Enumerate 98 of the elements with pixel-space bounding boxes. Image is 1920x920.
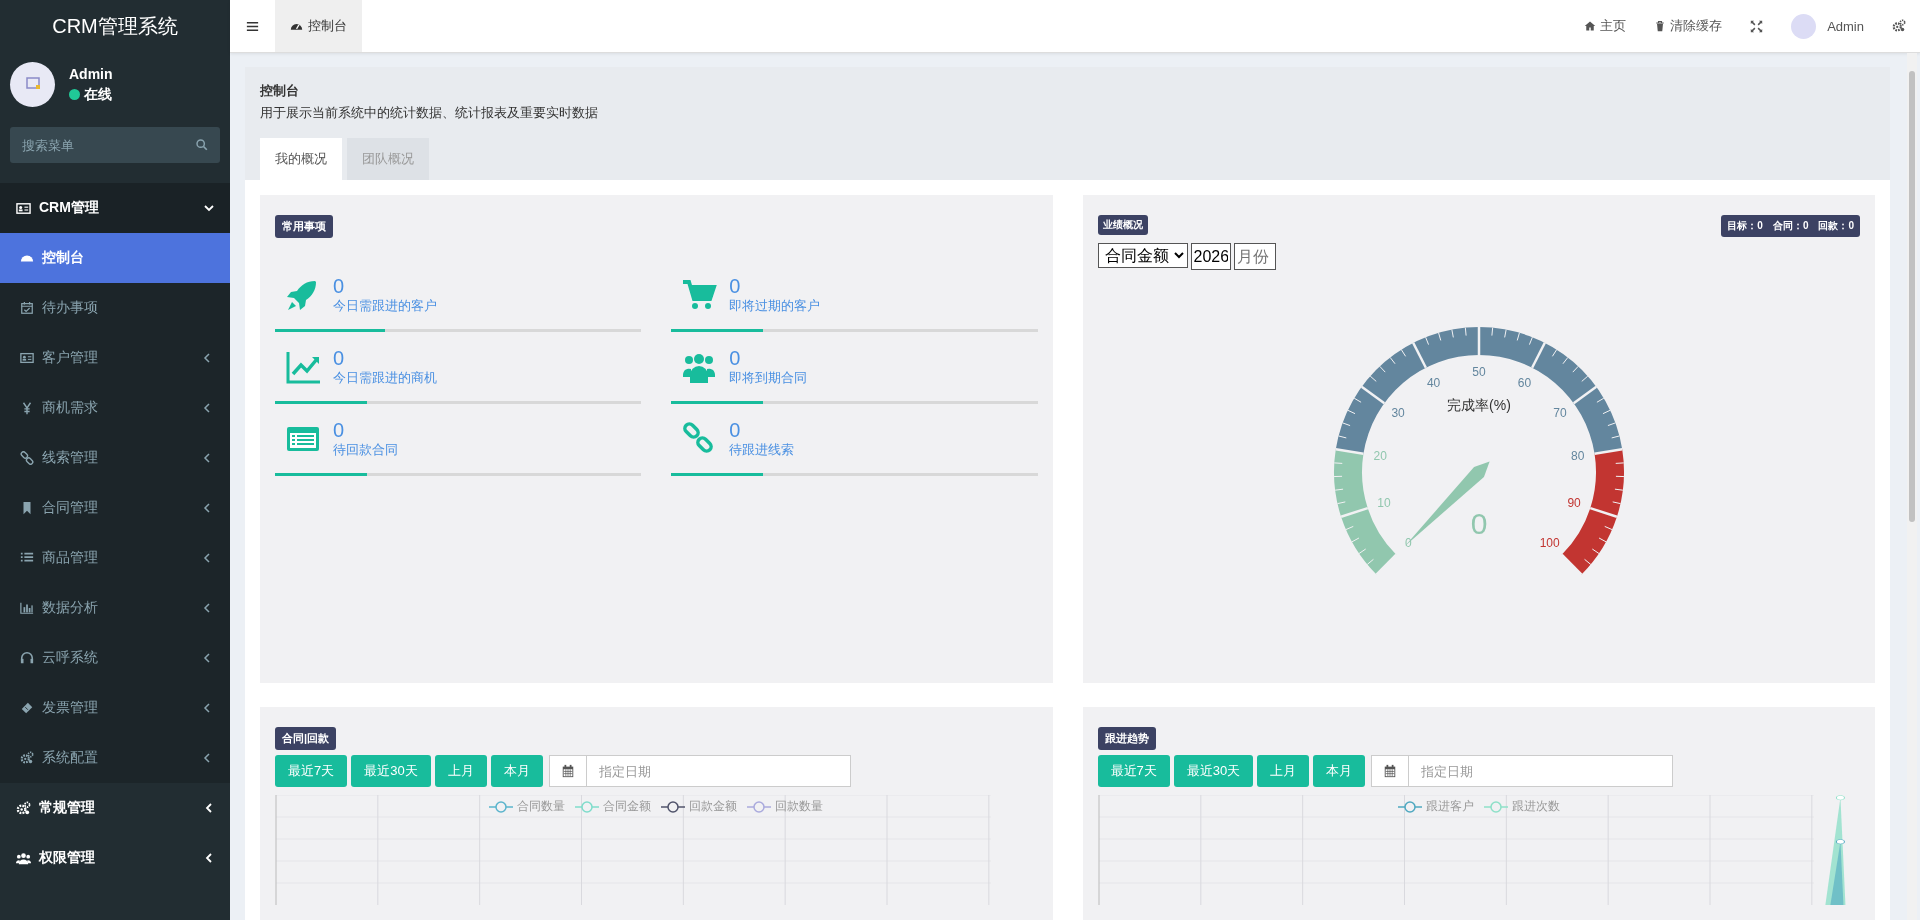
headset-icon bbox=[20, 651, 34, 665]
gauge-tick-label: 100 bbox=[1539, 535, 1560, 550]
menu-group[interactable]: 常规管理 bbox=[0, 783, 230, 833]
sidebar-item[interactable]: 商品管理 bbox=[0, 533, 230, 583]
gauge-tick-label: 70 bbox=[1552, 406, 1567, 421]
legend-label[interactable]: 回款数量 bbox=[775, 798, 824, 815]
sidebar-item[interactable]: 合同管理 bbox=[0, 483, 230, 533]
gauge-tick-label: 30 bbox=[1391, 406, 1405, 421]
calendar-icon bbox=[560, 764, 575, 778]
user-status: 在线 bbox=[84, 85, 112, 104]
chevron-left-icon bbox=[204, 803, 214, 813]
sidebar-item[interactable]: 系统配置 bbox=[0, 733, 230, 783]
section-label: 跟进趋势 bbox=[1097, 727, 1156, 750]
gauge-tick-label: 0 bbox=[1404, 535, 1412, 550]
stat-value: 0 bbox=[729, 346, 742, 369]
yen-icon bbox=[20, 401, 34, 415]
page-tab[interactable]: 控制台 bbox=[275, 0, 362, 52]
sidebar-item[interactable]: 商机需求 bbox=[0, 383, 230, 433]
sidebar-item[interactable]: 云呼系统 bbox=[0, 633, 230, 683]
sidebar-item[interactable]: 客户管理 bbox=[0, 333, 230, 383]
home-icon bbox=[1583, 20, 1596, 32]
chevron-left-icon bbox=[204, 853, 214, 863]
legend-label[interactable]: 跟进次数 bbox=[1511, 798, 1560, 815]
menu-group[interactable]: 权限管理 bbox=[0, 833, 230, 883]
calendar-check-icon bbox=[20, 301, 34, 315]
overview-tab[interactable]: 团队概况 bbox=[347, 138, 429, 180]
user-menu[interactable]: Admin bbox=[1776, 0, 1878, 52]
header-link[interactable]: 主页 bbox=[1569, 0, 1640, 52]
legend-label[interactable]: 合同数量 bbox=[517, 798, 566, 815]
gauge-tick-label: 40 bbox=[1426, 375, 1441, 390]
overview-tab[interactable]: 我的概况 bbox=[260, 138, 342, 180]
menu-group[interactable]: CRM管理 bbox=[0, 183, 230, 233]
gauge-tick-label: 80 bbox=[1570, 449, 1585, 464]
gauge-title: 完成率(%) bbox=[1446, 397, 1511, 413]
trash-icon bbox=[1653, 20, 1666, 32]
gauge-tick-label: 60 bbox=[1517, 375, 1531, 390]
sidebar-item[interactable]: 待办事项 bbox=[0, 283, 230, 333]
calendar-icon bbox=[1383, 764, 1398, 778]
gauge-tick-label: 20 bbox=[1373, 449, 1387, 464]
metric-select[interactable]: 合同金额 bbox=[1097, 243, 1188, 268]
date-range-button[interactable]: 最近7天 bbox=[275, 755, 348, 787]
legend-label[interactable]: 合同金额 bbox=[603, 798, 652, 815]
search-icon bbox=[195, 138, 208, 151]
page-description: 用于展示当前系统中的统计数据、统计报表及重要实时数据 bbox=[260, 104, 599, 122]
stat-label[interactable]: 即将到期合同 bbox=[729, 368, 808, 387]
ticket-icon bbox=[20, 701, 34, 715]
id-card-icon bbox=[16, 200, 31, 216]
user-avatar bbox=[10, 62, 55, 107]
legend-label[interactable]: 回款金额 bbox=[689, 798, 738, 815]
chevron-down-icon bbox=[204, 203, 214, 213]
scrollbar[interactable] bbox=[1907, 53, 1917, 920]
section-label: 常用事项 bbox=[275, 215, 333, 238]
bar-chart-icon bbox=[20, 601, 34, 615]
sidebar-item[interactable]: 数据分析 bbox=[0, 583, 230, 633]
user-name: Admin bbox=[69, 65, 113, 82]
date-range-button[interactable]: 最近7天 bbox=[1097, 755, 1170, 787]
sidebar-item[interactable]: 线索管理 bbox=[0, 433, 230, 483]
stat-label[interactable]: 待跟进线索 bbox=[729, 440, 795, 459]
users-icon bbox=[16, 850, 31, 866]
sidebar-item[interactable]: 控制台 bbox=[0, 233, 230, 283]
date-range-button[interactable]: 上月 bbox=[434, 755, 487, 787]
stat-value: 0 bbox=[729, 418, 742, 441]
search-field[interactable]: 搜索菜单 bbox=[10, 127, 220, 163]
stat-value: 0 bbox=[333, 274, 346, 297]
gauge-tick-label: 90 bbox=[1567, 495, 1581, 510]
stat-label[interactable]: 待回款合同 bbox=[333, 440, 398, 459]
stat-label[interactable]: 今日需跟进的商机 bbox=[333, 368, 437, 387]
legend-label[interactable]: 跟进客户 bbox=[1425, 798, 1474, 815]
gears-icon bbox=[1892, 19, 1906, 33]
section-label: 合同|回款 bbox=[275, 727, 337, 750]
gears-icon bbox=[16, 800, 31, 816]
id-card-icon bbox=[20, 351, 34, 365]
fullscreen-icon bbox=[1749, 19, 1763, 33]
section-label: 业绩概况 bbox=[1097, 215, 1148, 235]
month-field[interactable]: 月份 bbox=[1233, 243, 1276, 270]
date-range-button[interactable]: 最近30天 bbox=[351, 755, 431, 787]
header-link[interactable]: 清除缓存 bbox=[1639, 0, 1736, 52]
list-icon bbox=[20, 551, 34, 565]
date-range-button[interactable]: 上月 bbox=[1257, 755, 1310, 787]
stat-label[interactable]: 今日需跟进的客户 bbox=[333, 296, 437, 315]
gauge-tick-label: 10 bbox=[1376, 495, 1391, 510]
date-range-button[interactable]: 最近30天 bbox=[1173, 755, 1254, 787]
link-icon bbox=[20, 451, 34, 465]
stat-value: 0 bbox=[333, 418, 346, 441]
date-range-button[interactable]: 本月 bbox=[490, 755, 543, 787]
year-field[interactable]: 2026 bbox=[1190, 243, 1231, 270]
sidebar-item[interactable]: 发票管理 bbox=[0, 683, 230, 733]
stat-label[interactable]: 即将过期的客户 bbox=[729, 296, 821, 315]
gauge-value: 0 bbox=[1470, 507, 1488, 540]
gauge-tick-label: 50 bbox=[1472, 365, 1486, 379]
summary-badge: 目标：0 合同：0 回款：0 bbox=[1721, 215, 1860, 237]
stat-value: 0 bbox=[333, 346, 346, 369]
page-title: 控制台 bbox=[260, 82, 300, 100]
stat-value: 0 bbox=[729, 274, 742, 297]
gears-icon bbox=[20, 751, 34, 765]
date-field[interactable]: 指定日期 bbox=[585, 755, 851, 787]
date-range-button[interactable]: 本月 bbox=[1313, 755, 1366, 787]
date-field[interactable]: 指定日期 bbox=[1408, 755, 1674, 787]
